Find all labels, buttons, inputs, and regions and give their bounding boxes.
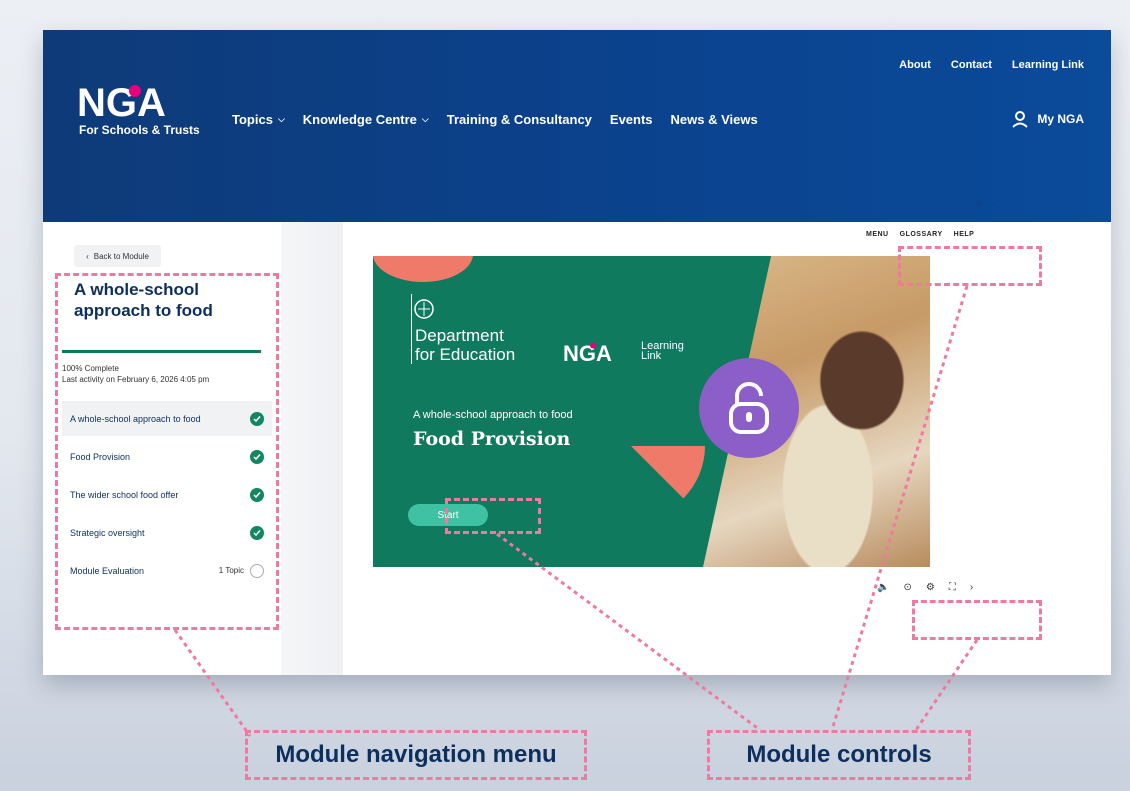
- nav-knowledge-centre[interactable]: Knowledge Centre ⌵: [303, 112, 429, 127]
- logo-tagline: For Schools & Trusts: [79, 123, 200, 137]
- menu-button[interactable]: MENU: [866, 231, 889, 238]
- learning-link[interactable]: Learning Link: [1012, 59, 1084, 71]
- main-nav: Topics ⌵ Knowledge Centre ⌵ Training & Con…: [232, 112, 776, 127]
- chevron-down-icon: ⌵: [277, 114, 285, 124]
- decorative-shape: [631, 446, 705, 520]
- expand-icon[interactable]: ⤢: [993, 197, 1001, 208]
- nav-training[interactable]: Training & Consultancy: [447, 112, 592, 127]
- fullscreen-icon[interactable]: ⛶: [949, 582, 956, 593]
- nga-logo-small: NGA: [563, 342, 612, 364]
- callout-module-controls: Module controls: [707, 730, 971, 780]
- settings-icon[interactable]: ⚙: [926, 582, 935, 593]
- slide-title: Food Provision: [413, 428, 571, 450]
- nav-events[interactable]: Events: [610, 112, 653, 127]
- captions-icon[interactable]: ⊙: [903, 582, 911, 593]
- menu-controls-highlight: [898, 246, 1042, 286]
- nav-news[interactable]: News & Views: [671, 112, 758, 127]
- site-header: NGA For Schools & Trusts Topics ⌵ Knowled…: [43, 30, 1111, 222]
- next-icon[interactable]: ›: [970, 582, 973, 593]
- learning-link-wordmark: Learning Link: [641, 340, 684, 362]
- about-link[interactable]: About: [899, 59, 931, 71]
- contact-link[interactable]: Contact: [951, 59, 992, 71]
- svg-text:NGA: NGA: [77, 82, 166, 125]
- volume-icon[interactable]: 🔈: [877, 582, 889, 593]
- start-highlight: [445, 498, 541, 534]
- dfe-wordmark: Department for Education: [415, 326, 516, 364]
- slide-subtitle: A whole-school approach to food: [413, 409, 573, 421]
- help-button[interactable]: HELP: [954, 231, 975, 238]
- decorative-shape: [373, 256, 473, 282]
- player-controls: 🔈 ⊙ ⚙ ⛶ ›: [877, 582, 973, 593]
- user-icon: [1012, 111, 1029, 128]
- lock-icon: [699, 358, 799, 458]
- callout-navigation-menu: Module navigation menu: [245, 730, 587, 780]
- glossary-button[interactable]: GLOSSARY: [900, 231, 943, 238]
- top-right-icons: ◉ ⤢: [975, 197, 1001, 208]
- chevron-left-icon: ‹: [86, 251, 89, 261]
- player-controls-highlight: [912, 600, 1042, 640]
- nav-menu-highlight: [55, 273, 279, 630]
- dfe-divider: [411, 294, 412, 364]
- panel-gutter: [281, 222, 343, 675]
- my-nga-button[interactable]: My NGA: [1011, 110, 1084, 128]
- utility-nav: About Contact Learning Link: [899, 59, 1084, 71]
- svg-text:NGA: NGA: [563, 342, 612, 364]
- module-menu-links: MENU GLOSSARY HELP: [866, 231, 974, 238]
- refresh-icon[interactable]: ◉: [975, 197, 984, 208]
- chevron-down-icon: ⌵: [421, 114, 429, 124]
- crest-icon: [414, 299, 434, 319]
- back-to-module-button[interactable]: ‹ Back to Module: [74, 245, 161, 267]
- nav-topics[interactable]: Topics ⌵: [232, 112, 285, 127]
